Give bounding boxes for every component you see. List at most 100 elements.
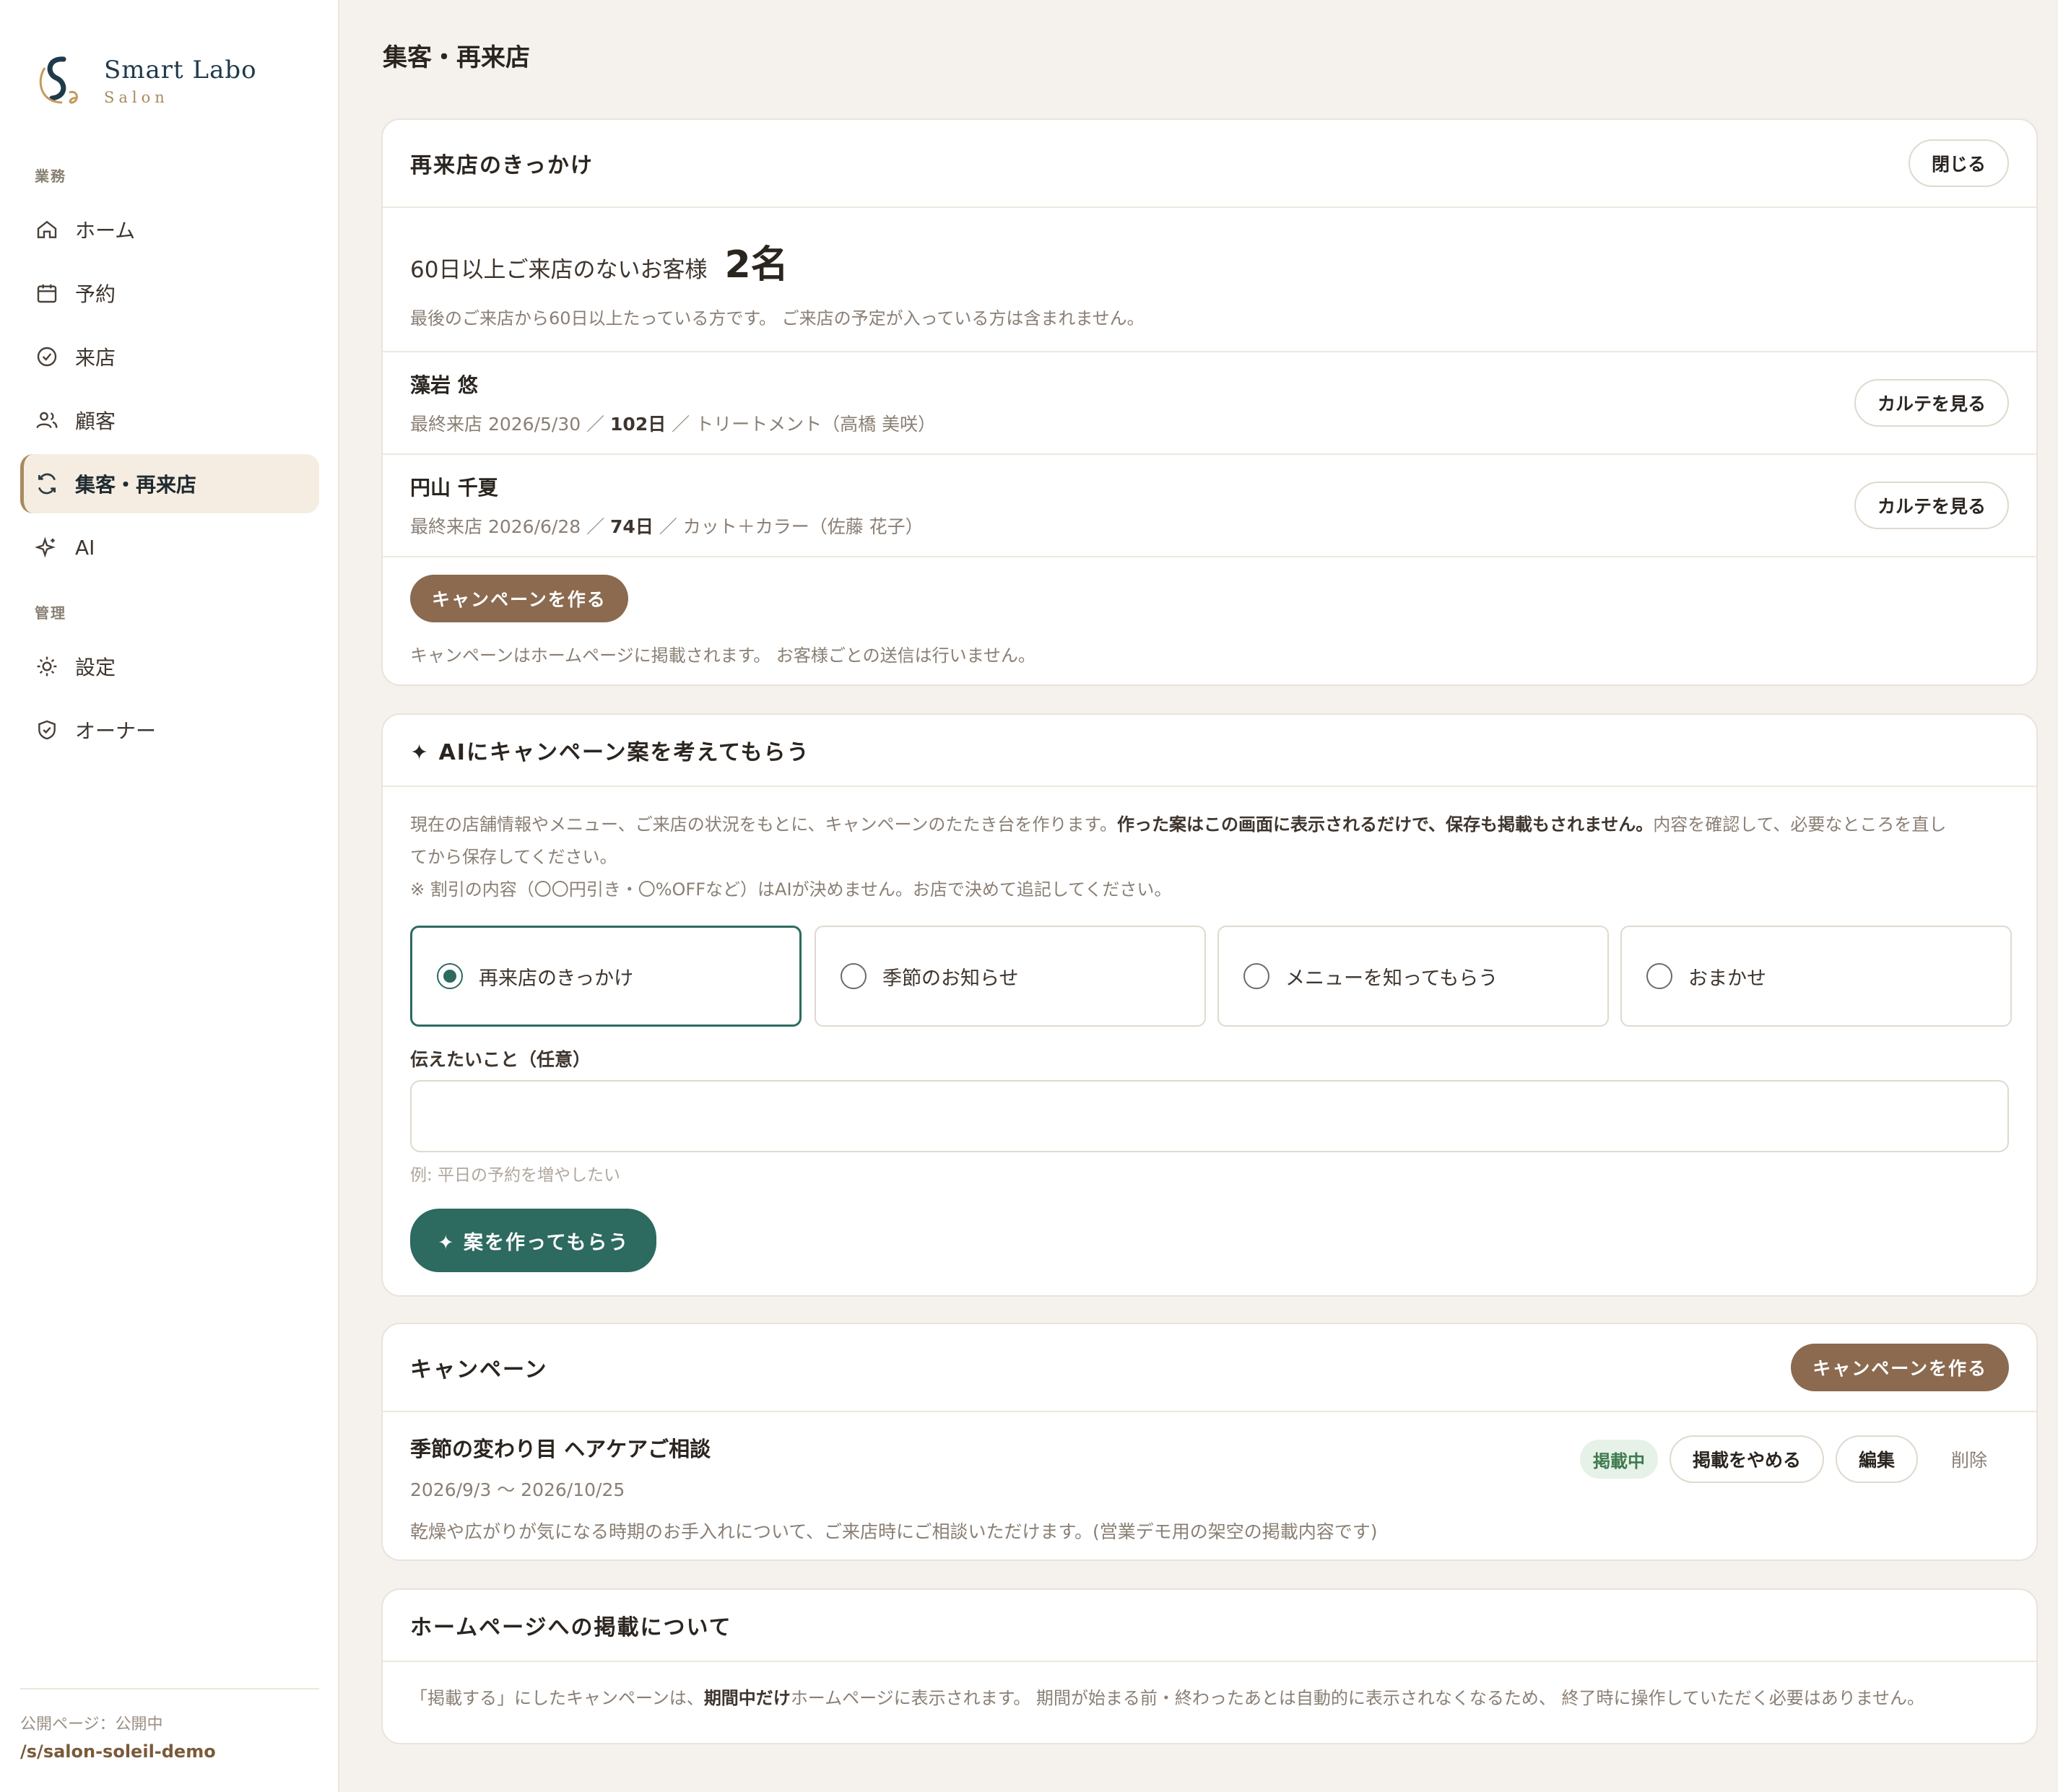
inactive-note: 最後のご来店から60日以上たっている方です。 ご来店の予定が入っている方は含まれ… (410, 308, 1145, 329)
sun-icon (35, 654, 59, 679)
customer-meta: 最終来店 2026/5/30 ／ 102日 ／ トリートメント（高橋 美咲） (410, 410, 936, 436)
brand-subtitle: Salon (104, 89, 169, 106)
sidebar-divider (20, 1688, 319, 1689)
divider (383, 556, 2036, 557)
logo-mark-icon (39, 56, 78, 104)
option-auto[interactable]: おまかせ (1620, 926, 2012, 1027)
customer-last-visit: 最終来店 2026/5/30 ／ (410, 414, 611, 435)
radio-icon (841, 963, 867, 989)
ai-description: 現在の店舗情報やメニュー、ご来店の状況をもとに、キャンペーンのたたき台を作ります… (383, 809, 2036, 906)
message-label: 伝えたいこと（任意） (410, 1049, 591, 1070)
ai-card: ✦ AIにキャンペーン案を考えてもらう 現在の店舗情報やメニュー、ご来店の状況を… (381, 713, 2038, 1297)
delete-button[interactable]: 削除 (1929, 1435, 2009, 1483)
option-revisit[interactable]: 再来店のきっかけ (410, 926, 802, 1027)
sidebar: Smart Labo Salon 業務 ホーム 予約 来店 顧客 集客・再来店 … (0, 0, 339, 1792)
campaign-note: キャンペーンはホームページに掲載されます。 お客様ごとの送信は行いません。 (410, 645, 1035, 666)
homepage-text: 「掲載する」にしたキャンペーンは、 (410, 1688, 704, 1708)
ai-card-header: ✦ AIにキャンペーン案を考えてもらう (383, 715, 2036, 787)
close-button[interactable]: 閉じる (1908, 139, 2009, 187)
edit-button[interactable]: 編集 (1835, 1435, 1918, 1483)
radio-selected-icon (437, 963, 463, 989)
sidebar-item-label: 集客・再来店 (75, 473, 197, 497)
sidebar-item-customers[interactable]: 顧客 (20, 391, 319, 450)
sidebar-item-home[interactable]: ホーム (20, 200, 319, 259)
sparkle-icon (35, 535, 59, 560)
campaigns-card: キャンペーン キャンペーンを作る 季節の変わり目 ヘアケアご相談 2026/9/… (381, 1323, 2038, 1561)
option-seasonal[interactable]: 季節のお知らせ (815, 926, 1206, 1027)
homepage-text-bold: 期間中だけ (703, 1688, 791, 1708)
customer-meta: 最終来店 2026/6/28 ／ 74日 ／ カット＋カラー（佐藤 花子） (410, 513, 924, 539)
create-campaign-button[interactable]: キャンペーンを作る (1791, 1344, 2009, 1391)
option-label: 再来店のきっかけ (479, 967, 634, 990)
revisit-title: 再来店のきっかけ (410, 153, 594, 178)
check-circle-icon (35, 344, 59, 369)
shield-check-icon (35, 718, 59, 742)
sidebar-item-marketing[interactable]: 集客・再来店 (20, 454, 319, 513)
page-title: 集客・再来店 (383, 43, 530, 72)
ai-desc-note: ※ 割引の内容（〇〇円引き・〇%OFFなど）はAIが決めません。お店で決めて追記… (410, 879, 1172, 900)
customer-service: ／ トリートメント（高橋 美咲） (666, 414, 937, 435)
radio-icon (1646, 963, 1672, 989)
sidebar-item-label: オーナー (75, 719, 157, 743)
brand-title: Smart Labo (104, 56, 257, 84)
option-label: メニューを知ってもらう (1285, 967, 1498, 990)
homepage-info-card: ホームページへの掲載について 「掲載する」にしたキャンペーンは、期間中だけホーム… (381, 1588, 2038, 1744)
option-label: 季節のお知らせ (882, 967, 1019, 990)
campaigns-title: キャンペーン (410, 1357, 548, 1383)
public-page-status: 公開ページ：公開中 (20, 1715, 163, 1734)
list-item: 藻岩 悠 最終来店 2026/5/30 ／ 102日 ／ トリートメント（高橋 … (383, 352, 2036, 453)
sidebar-item-label: 顧客 (75, 409, 116, 433)
sidebar-item-label: ホーム (75, 219, 136, 243)
radio-icon (1243, 963, 1269, 989)
brand-logo[interactable]: Smart Labo Salon (35, 52, 257, 110)
users-icon (35, 408, 59, 432)
view-chart-button[interactable]: カルテを見る (1854, 482, 2009, 529)
customer-name: 円山 千夏 (410, 476, 498, 500)
revisit-footer: キャンペーンを作る キャンペーンはホームページに掲載されます。 お客様ごとの送信… (383, 575, 2036, 666)
revisit-card-header: 再来店のきっかけ 閉じる (383, 120, 2036, 208)
view-chart-button[interactable]: カルテを見る (1854, 379, 2009, 427)
sidebar-item-label: 来店 (75, 346, 116, 370)
homepage-text: ホームページに表示されます。 期間が始まる前・終わったあとは自動的に表示されなく… (790, 1688, 1925, 1708)
create-campaign-button[interactable]: キャンペーンを作る (410, 575, 628, 622)
sidebar-item-owner[interactable]: オーナー (20, 700, 319, 760)
ai-desc-bold: 作った案はこの画面に表示されるだけで、保存も掲載もされません。 (1116, 814, 1654, 835)
sidebar-item-ai[interactable]: AI (20, 518, 319, 577)
message-hint: 例: 平日の予約を増やしたい (410, 1166, 621, 1185)
sidebar-item-settings[interactable]: 設定 (20, 637, 319, 696)
option-label: おまかせ (1688, 967, 1766, 990)
unpublish-button[interactable]: 掲載をやめる (1669, 1435, 1824, 1483)
customer-service: ／ カット＋カラー（佐藤 花子） (653, 516, 924, 537)
generate-button[interactable]: ✦ 案を作ってもらう (410, 1209, 657, 1272)
calendar-icon (35, 281, 59, 305)
campaign-description: 乾燥や広がりが気になる時期のお手入れについて、ご来店時にご相談いただけます。(営… (410, 1521, 1378, 1542)
revisit-summary: 60日以上ご来店のないお客様 2名 最後のご来店から60日以上たっている方です。… (383, 234, 2036, 329)
option-menu[interactable]: メニューを知ってもらう (1217, 926, 1609, 1027)
homepage-info-text: 「掲載する」にしたキャンペーンは、期間中だけホームページに表示されます。 期間が… (383, 1684, 2036, 1709)
campaigns-card-header: キャンペーン キャンペーンを作る (383, 1324, 2036, 1412)
ai-title: ✦ AIにキャンペーン案を考えてもらう (410, 740, 810, 765)
customer-days: 102日 (610, 414, 667, 435)
homepage-info-title: ホームページへの掲載について (410, 1615, 732, 1640)
homepage-info-header: ホームページへの掲載について (383, 1590, 2036, 1662)
public-page-link[interactable]: /s/salon-soleil-demo (20, 1741, 216, 1762)
refresh-icon (35, 471, 59, 496)
sidebar-item-label: AI (75, 535, 95, 560)
sidebar-item-reservations[interactable]: 予約 (20, 264, 319, 323)
sidebar-item-label: 予約 (75, 282, 116, 306)
customer-name: 藻岩 悠 (410, 373, 478, 397)
campaign-actions: 掲載中 掲載をやめる 編集 削除 (1579, 1435, 2009, 1483)
sidebar-item-visits[interactable]: 来店 (20, 327, 319, 386)
sidebar-item-label: 設定 (75, 656, 116, 679)
nav-section-admin: 管理 (35, 604, 66, 622)
ai-desc-text: 内容を確認して、必要なところを直し (1653, 814, 1947, 835)
customer-last-visit: 最終来店 2026/6/28 ／ (410, 516, 611, 537)
message-input[interactable] (410, 1080, 2009, 1152)
inactive-count-value: 2名 (724, 243, 789, 287)
status-badge: 掲載中 (1579, 1440, 1658, 1479)
home-icon (35, 217, 59, 242)
revisit-card: 再来店のきっかけ 閉じる 60日以上ご来店のないお客様 2名 最後のご来店から6… (381, 118, 2038, 686)
nav-section-work: 業務 (35, 168, 66, 185)
ai-desc-text: 現在の店舗情報やメニュー、ご来店の状況をもとに、キャンペーンのたたき台を作ります… (410, 814, 1117, 835)
customer-days: 74日 (610, 516, 654, 537)
